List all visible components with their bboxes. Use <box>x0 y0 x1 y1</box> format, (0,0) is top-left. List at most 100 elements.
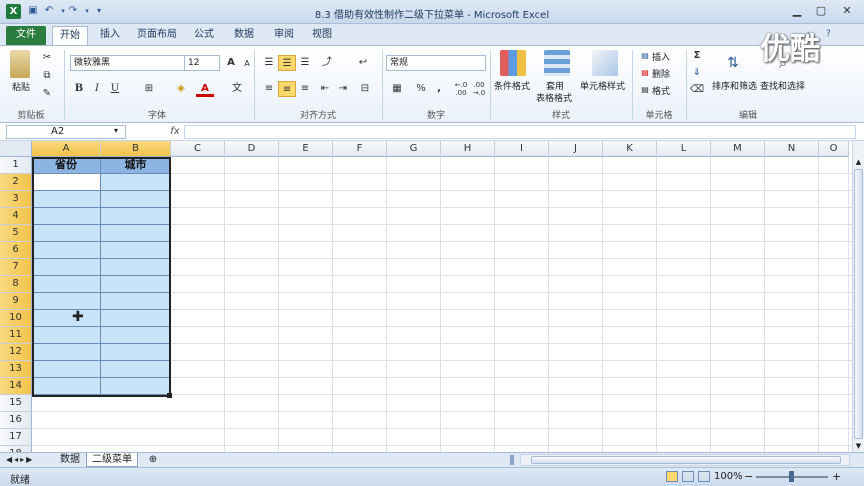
conditional-formatting-button[interactable]: 条件格式 <box>494 79 530 92</box>
format-as-table-label-2[interactable]: 表格格式 <box>536 91 572 104</box>
scroll-up-icon[interactable]: ▲ <box>854 158 863 166</box>
format-as-table-icon[interactable] <box>544 50 570 76</box>
fill-handle[interactable] <box>167 393 172 398</box>
cell-b11[interactable] <box>101 327 171 344</box>
phonetic-icon[interactable]: 文 <box>228 81 246 97</box>
cell-a7[interactable] <box>32 259 101 276</box>
align-top-icon[interactable]: ☰ <box>260 55 278 71</box>
cell-b3[interactable] <box>101 191 171 208</box>
sort-filter-button[interactable]: 排序和筛选 <box>712 79 757 92</box>
underline-button[interactable]: U <box>106 81 124 97</box>
name-box-dropdown-icon[interactable]: ▾ <box>114 126 118 135</box>
column-header-e[interactable]: E <box>279 141 333 157</box>
tab-formulas[interactable]: 公式 <box>190 26 218 45</box>
zoom-slider-thumb[interactable] <box>789 471 794 482</box>
row-header-4[interactable]: 4 <box>0 208 32 225</box>
select-all-corner[interactable] <box>0 141 32 157</box>
cell-a9[interactable] <box>32 293 101 310</box>
cell-b5[interactable] <box>101 225 171 242</box>
cell-a13[interactable] <box>32 361 101 378</box>
cell-a10[interactable] <box>32 310 101 327</box>
tab-split-handle[interactable] <box>510 455 514 465</box>
column-header-b[interactable]: B <box>101 141 171 157</box>
name-box[interactable]: A2 <box>6 125 126 139</box>
row-header-10[interactable]: 10 <box>0 310 32 327</box>
cell-b4[interactable] <box>101 208 171 225</box>
maximize-icon[interactable]: ▢ <box>812 4 830 18</box>
minimize-icon[interactable]: ▁ <box>788 4 806 18</box>
clear-icon[interactable]: ⌫ <box>688 82 706 98</box>
row-header-2[interactable]: 2 <box>0 174 32 191</box>
align-center-icon[interactable]: ≡ <box>278 81 296 97</box>
cell-b13[interactable] <box>101 361 171 378</box>
page-layout-view-icon[interactable] <box>682 471 694 482</box>
comma-style-button[interactable]: , <box>430 81 448 97</box>
cell-a12[interactable] <box>32 344 101 361</box>
cell-b2[interactable] <box>101 174 171 191</box>
row-header-17[interactable]: 17 <box>0 429 32 446</box>
zoom-out-icon[interactable]: − <box>744 470 753 483</box>
normal-view-icon[interactable] <box>666 471 678 482</box>
cell-b10[interactable] <box>101 310 171 327</box>
autosum-icon[interactable]: Σ <box>688 48 706 64</box>
column-header-a[interactable]: A <box>32 141 101 157</box>
decrease-indent-icon[interactable]: ⇤ <box>316 81 334 97</box>
row-header-8[interactable]: 8 <box>0 276 32 293</box>
italic-button[interactable]: I <box>88 81 106 97</box>
format-painter-icon[interactable]: ✎ <box>38 86 56 102</box>
row-header-5[interactable]: 5 <box>0 225 32 242</box>
column-header-o[interactable]: O <box>819 141 849 157</box>
column-header-h[interactable]: H <box>441 141 495 157</box>
tab-data[interactable]: 数据 <box>230 26 258 45</box>
align-middle-icon[interactable]: ☰ <box>278 55 296 71</box>
cell-b14[interactable] <box>101 378 171 395</box>
cell-a14[interactable] <box>32 378 101 395</box>
column-header-j[interactable]: J <box>549 141 603 157</box>
cell-b6[interactable] <box>101 242 171 259</box>
column-header-i[interactable]: I <box>495 141 549 157</box>
tab-review[interactable]: 审阅 <box>270 26 298 45</box>
column-header-d[interactable]: D <box>225 141 279 157</box>
insert-cells-button[interactable]: 插入 <box>652 50 670 63</box>
tab-view[interactable]: 视图 <box>308 26 336 45</box>
cell-b1[interactable]: 城市 <box>101 157 171 174</box>
row-header-13[interactable]: 13 <box>0 361 32 378</box>
column-header-c[interactable]: C <box>171 141 225 157</box>
align-bottom-icon[interactable]: ☰ <box>296 55 314 71</box>
sheet-nav-icon[interactable]: ◀◂▸▶ <box>6 453 34 467</box>
tab-file[interactable]: 文件 <box>6 26 46 45</box>
sheet-tab-secondary-menu[interactable]: 二级菜单 <box>86 453 138 467</box>
find-select-button[interactable]: 查找和选择 <box>760 79 805 92</box>
column-header-m[interactable]: M <box>711 141 765 157</box>
insert-function-icon[interactable]: fx <box>168 124 182 140</box>
decrease-decimal-button[interactable]: .00 →.0 <box>470 81 488 97</box>
accounting-format-icon[interactable]: ▦ <box>388 81 406 97</box>
cell-styles-button[interactable]: 单元格样式 <box>580 79 625 92</box>
zoom-in-icon[interactable]: + <box>832 470 841 483</box>
row-header-16[interactable]: 16 <box>0 412 32 429</box>
help-icon[interactable]: ? <box>826 29 831 39</box>
tab-page-layout[interactable]: 页面布局 <box>134 26 180 45</box>
tab-insert[interactable]: 插入 <box>96 26 124 45</box>
column-header-f[interactable]: F <box>333 141 387 157</box>
copy-icon[interactable]: ⧉ <box>38 68 56 84</box>
cell-b7[interactable] <box>101 259 171 276</box>
paste-button[interactable]: 粘贴 <box>12 80 30 93</box>
zoom-level[interactable]: 100% <box>714 471 743 482</box>
cell-a4[interactable] <box>32 208 101 225</box>
worksheet-grid[interactable]: ABCDEFGHIJKLMNO 1 2 3 4 5 6 7 8 9 10 11 12 13 14 15 16 1… <box>0 141 864 480</box>
sort-filter-icon[interactable]: ⇅ <box>720 50 746 76</box>
column-header-k[interactable]: K <box>603 141 657 157</box>
cell-a11[interactable] <box>32 327 101 344</box>
percent-style-button[interactable]: % <box>412 81 430 97</box>
scroll-down-icon[interactable]: ▼ <box>854 442 863 450</box>
font-color-icon[interactable]: A <box>196 81 214 97</box>
page-break-view-icon[interactable] <box>698 471 710 482</box>
row-header-3[interactable]: 3 <box>0 191 32 208</box>
tab-home[interactable]: 开始 <box>52 26 88 45</box>
cell-b9[interactable] <box>101 293 171 310</box>
vertical-scrollbar[interactable]: ▲ ▼ <box>852 141 864 452</box>
cell-a2[interactable] <box>32 174 101 191</box>
increase-indent-icon[interactable]: ⇥ <box>334 81 352 97</box>
merge-center-icon[interactable]: ⊟ <box>356 81 374 97</box>
